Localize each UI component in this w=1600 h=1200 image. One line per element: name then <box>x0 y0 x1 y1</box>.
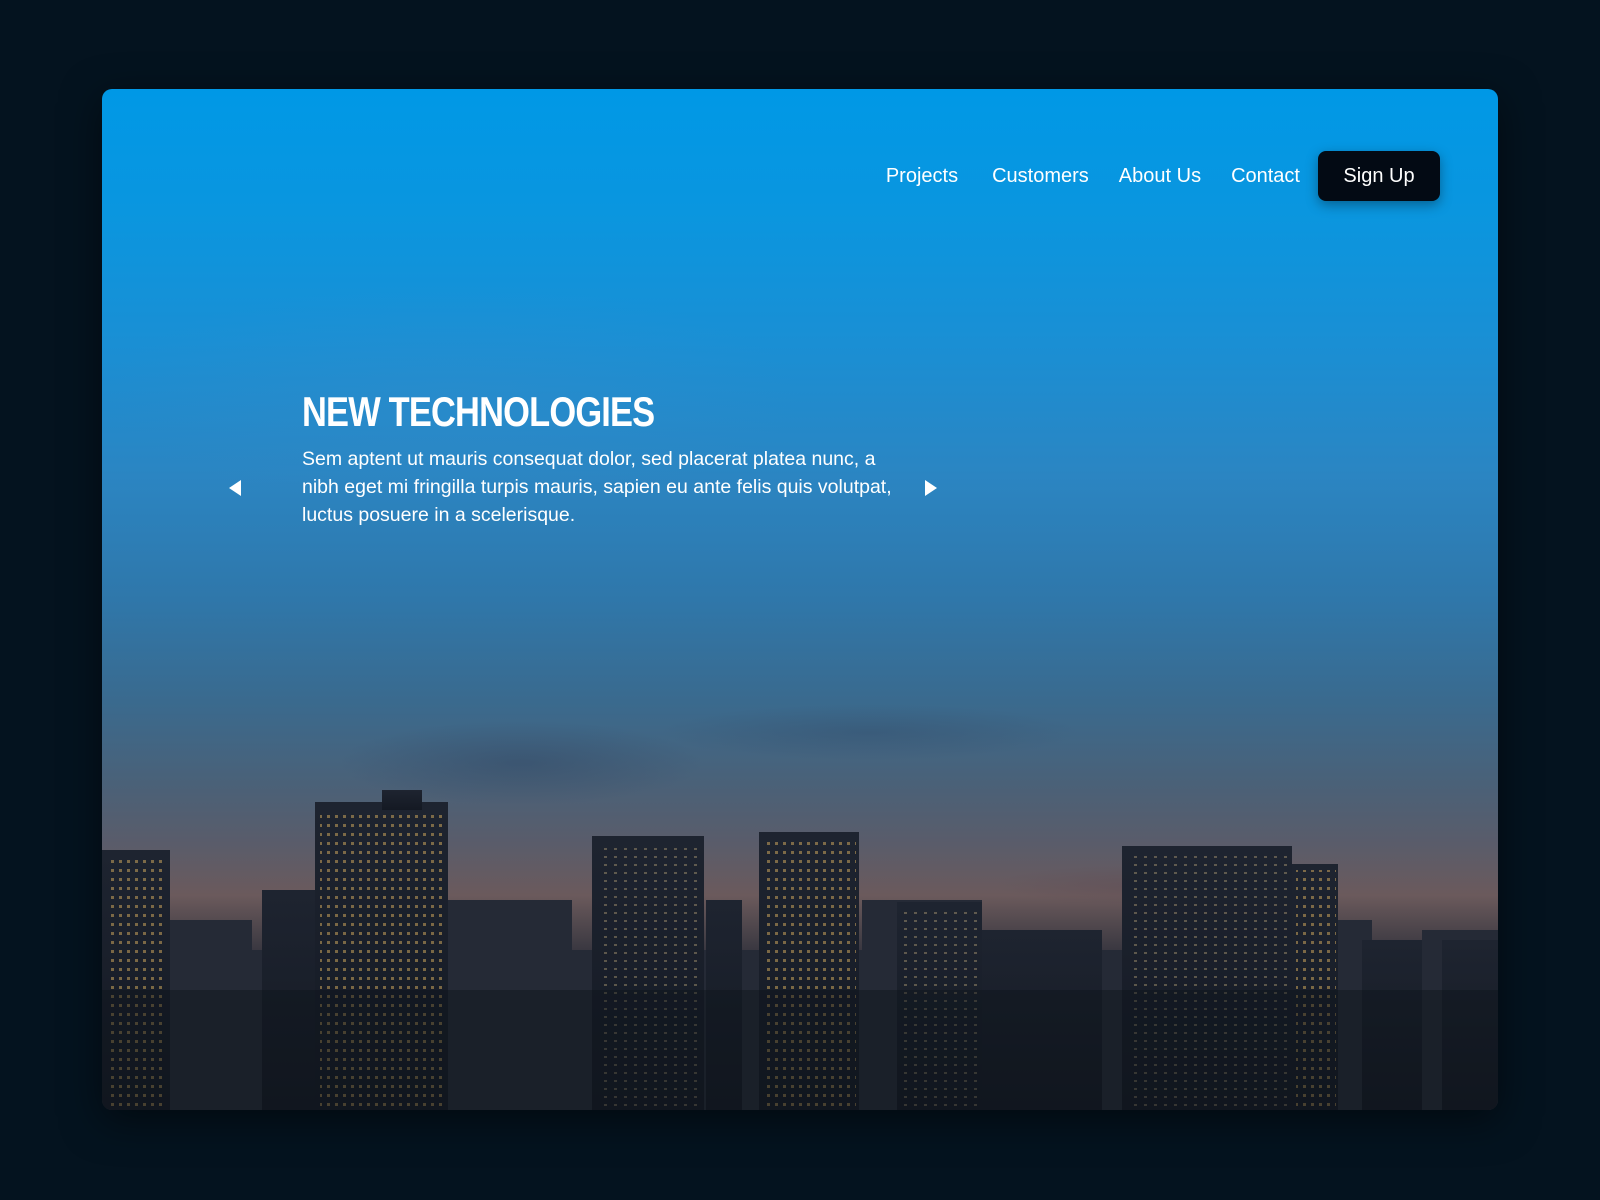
arrow-left-icon[interactable] <box>224 476 248 500</box>
city-skyline-image <box>102 790 1498 1110</box>
main-nav: Projects Customers About Us Contact Sign… <box>886 151 1440 201</box>
nav-link-contact[interactable]: Contact <box>1231 151 1300 201</box>
arrow-right-icon[interactable] <box>918 476 942 500</box>
nav-link-projects[interactable]: Projects <box>886 151 958 201</box>
page: Projects Customers About Us Contact Sign… <box>0 0 1600 1200</box>
slide-text: Sem aptent ut mauris consequat dolor, se… <box>302 448 892 526</box>
sign-up-button[interactable]: Sign Up <box>1318 151 1440 201</box>
nav-link-about-us[interactable]: About Us <box>1119 151 1201 201</box>
carousel-slide: New Technologies Sem aptent ut mauris co… <box>302 387 902 529</box>
nav-link-customers[interactable]: Customers <box>992 151 1089 201</box>
hero-banner: Projects Customers About Us Contact Sign… <box>102 89 1498 1110</box>
slide-title: New Technologies <box>302 388 655 435</box>
